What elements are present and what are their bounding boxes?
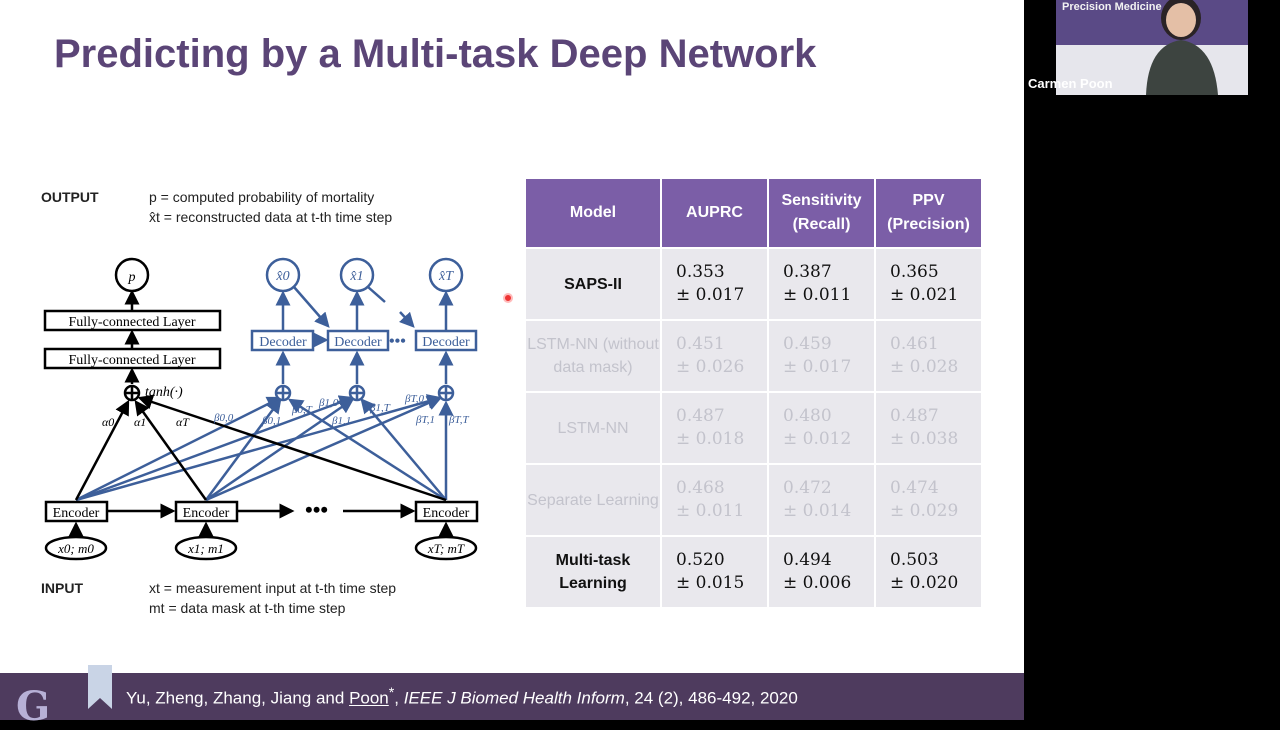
decoder-label: Decoder bbox=[259, 335, 307, 350]
beta-label: βT,T bbox=[448, 414, 470, 426]
fc-layer-label: Fully-connected Layer bbox=[68, 353, 195, 368]
input-node-label: xT; mT bbox=[427, 541, 465, 556]
results-table: Model AUPRC Sensitivity (Recall) PPV (Pr… bbox=[524, 177, 983, 609]
laser-pointer bbox=[503, 293, 513, 303]
xhat-label: x̂1 bbox=[349, 269, 363, 284]
column-header: Sensitivity (Recall) bbox=[769, 179, 874, 247]
table-row: Separate Learning 0.468 ± 0.011 0.472 ± 0.01… bbox=[526, 465, 981, 535]
model-cell: LSTM-NN bbox=[526, 393, 660, 463]
xhat-label: x̂0 bbox=[275, 269, 289, 284]
column-header: Model bbox=[526, 179, 660, 247]
svg-text:•••: ••• bbox=[389, 333, 406, 350]
column-header: PPV (Precision) bbox=[876, 179, 981, 247]
input-node-label: x1; m1 bbox=[187, 541, 224, 556]
participant-avatar bbox=[1146, 0, 1218, 95]
logo: G bbox=[16, 683, 51, 730]
sens-cell: 0.472 ± 0.014 bbox=[769, 465, 874, 535]
alpha-label: αT bbox=[176, 415, 190, 429]
sens-cell: 0.387 ± 0.011 bbox=[769, 249, 874, 319]
beta-label: β0,1 bbox=[261, 415, 281, 427]
model-cell: Multi-task Learning bbox=[526, 537, 660, 607]
beta-label: β1,T bbox=[369, 402, 391, 414]
sens-cell: 0.494 ± 0.006 bbox=[769, 537, 874, 607]
input-node-label: x0; m0 bbox=[57, 541, 94, 556]
auprc-cell: 0.468 ± 0.011 bbox=[662, 465, 767, 535]
alpha-label: α0 bbox=[102, 415, 114, 429]
video-background-text: Precision Medicine bbox=[1062, 1, 1162, 13]
tanh-label: tanh(·) bbox=[145, 385, 183, 400]
auprc-cell: 0.451 ± 0.026 bbox=[662, 321, 767, 391]
ppv-cell: 0.365 ± 0.021 bbox=[876, 249, 981, 319]
table-row: LSTM-NN (without data mask) 0.451 ± 0.026 0… bbox=[526, 321, 981, 391]
beta-label: βT,1 bbox=[415, 414, 435, 426]
ppv-cell: 0.503 ± 0.020 bbox=[876, 537, 981, 607]
table-row: SAPS-II 0.353 ± 0.017 0.387 ± 0.011 0.365 ± 0.… bbox=[526, 249, 981, 319]
encoder-label: Encoder bbox=[183, 506, 230, 521]
ppv-cell: 0.487 ± 0.038 bbox=[876, 393, 981, 463]
table-row: LSTM-NN 0.487 ± 0.018 0.480 ± 0.012 0.487 ± 0.… bbox=[526, 393, 981, 463]
slide: Predicting by a Multi-task Deep Network … bbox=[0, 0, 1024, 730]
encoder-label: Encoder bbox=[423, 506, 470, 521]
sens-cell: 0.480 ± 0.012 bbox=[769, 393, 874, 463]
beta-label: β1,0 bbox=[318, 397, 339, 409]
tanh-sum-icon bbox=[123, 384, 141, 402]
p-label: p bbox=[128, 270, 136, 285]
fc-layer-label: Fully-connected Layer bbox=[68, 315, 195, 330]
xhat-label: x̂T bbox=[438, 269, 454, 284]
ppv-cell: 0.461 ± 0.028 bbox=[876, 321, 981, 391]
alpha-label: α1 bbox=[134, 415, 146, 429]
model-cell: SAPS-II bbox=[526, 249, 660, 319]
model-cell: Separate Learning bbox=[526, 465, 660, 535]
sum-icon bbox=[437, 384, 455, 402]
sum-icon bbox=[274, 384, 292, 402]
svg-text:•••: ••• bbox=[305, 497, 328, 522]
beta-label: β0,T bbox=[291, 404, 313, 416]
column-header: AUPRC bbox=[662, 179, 767, 247]
participant-name: Carmen Poon bbox=[1028, 76, 1113, 91]
beta-label: β1,1 bbox=[331, 415, 351, 427]
input-line: xt = measurement input at t-th time step bbox=[149, 580, 397, 596]
model-cell: LSTM-NN (without data mask) bbox=[526, 321, 660, 391]
sum-icon bbox=[348, 384, 366, 402]
beta-label: βT,0 bbox=[404, 393, 425, 405]
beta-label: β0,0 bbox=[213, 412, 234, 424]
ppv-cell: 0.474 ± 0.029 bbox=[876, 465, 981, 535]
input-line: mt = data mask at t-th time step bbox=[149, 600, 346, 616]
footer-bar: G Yu, Zheng, Zhang, Jiang and Poon*, IEE… bbox=[0, 665, 1024, 730]
table-header-row: Model AUPRC Sensitivity (Recall) PPV (Pr… bbox=[526, 179, 981, 247]
encoder-label: Encoder bbox=[53, 506, 100, 521]
auprc-cell: 0.487 ± 0.018 bbox=[662, 393, 767, 463]
network-diagram: ••• ••• p Fully-connected Layer Fully-co… bbox=[43, 257, 479, 561]
input-label: INPUT bbox=[41, 580, 83, 596]
citation: Yu, Zheng, Zhang, Jiang and Poon*, IEEE … bbox=[126, 685, 798, 708]
auprc-cell: 0.353 ± 0.017 bbox=[662, 249, 767, 319]
bookmark-icon bbox=[88, 665, 112, 709]
table-row: Multi-task Learning 0.520 ± 0.015 0.494 ± 0.… bbox=[526, 537, 981, 607]
auprc-cell: 0.520 ± 0.015 bbox=[662, 537, 767, 607]
decoder-label: Decoder bbox=[334, 335, 382, 350]
decoder-label: Decoder bbox=[422, 335, 470, 350]
sens-cell: 0.459 ± 0.017 bbox=[769, 321, 874, 391]
